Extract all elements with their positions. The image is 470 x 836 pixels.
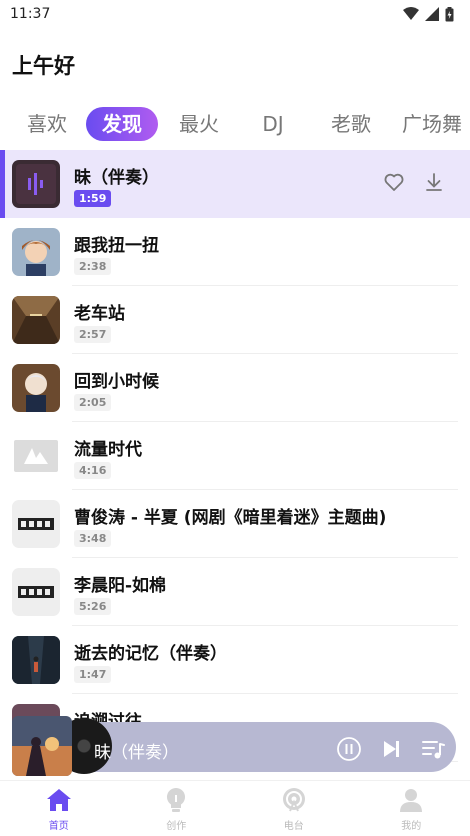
list-item[interactable]: 曹俊涛 - 半夏 (网剧《暗里着迷》主题曲) 3:48 [0,490,470,558]
signal-icon [425,7,439,21]
nav-label: 首页 [48,821,69,832]
nav-home[interactable]: 首页 [19,785,99,832]
status-icons [403,6,454,22]
song-cover [12,432,60,480]
nav-label: 创作 [166,821,187,832]
list-item[interactable]: 逝去的记忆（伴奏） 1:47 [0,626,470,694]
song-title: 李晨阳-如棉 [74,576,167,596]
nav-radio[interactable]: 电台 [254,785,334,832]
nav-label: 电台 [283,821,304,832]
tab-like[interactable]: 喜欢 [8,107,86,141]
download-icon[interactable] [422,170,446,194]
page-title: 上午好 [12,54,75,78]
tab-square-dance[interactable]: 广场舞 [392,107,470,141]
song-title: 回到小时候 [74,372,159,392]
song-cover [12,500,60,548]
status-bar: 11:37 [0,0,470,28]
mini-player-title: 昧（伴奏） [94,743,179,763]
song-duration: 3:48 [74,530,112,547]
song-duration: 4:16 [74,462,112,479]
mini-player[interactable]: 昧（伴奏） [12,716,458,776]
song-duration: 1:59 [74,190,112,207]
status-time: 11:37 [10,6,51,22]
nav-create[interactable]: 创作 [136,785,216,832]
tab-oldies[interactable]: 老歌 [310,107,392,141]
nav-profile[interactable]: 我的 [371,785,451,832]
list-item[interactable]: 跟我扭一扭 2:38 [0,218,470,286]
next-icon[interactable] [378,736,404,762]
song-duration: 2:57 [74,326,112,343]
song-duration: 2:05 [74,394,112,411]
song-duration: 5:26 [74,598,112,615]
song-cover [12,364,60,412]
user-icon [400,789,423,812]
battery-icon [445,6,454,21]
category-tabs: 喜欢 发现 最火 DJ 老歌 广场舞 [0,106,470,142]
song-title: 老车站 [74,304,125,324]
song-cover [12,296,60,344]
mini-player-cover [12,716,72,776]
song-cover [12,228,60,276]
list-item[interactable]: 昧（伴奏） 1:59 [0,150,470,218]
list-item[interactable]: 流量时代 4:16 [0,422,470,490]
song-title: 逝去的记忆（伴奏） [74,644,227,664]
radio-icon [282,788,305,812]
bottom-nav: 首页 创作 电台 我的 [0,780,470,836]
song-duration: 2:38 [74,258,112,275]
lightbulb-icon [167,787,186,812]
song-title: 跟我扭一扭 [74,236,159,256]
song-duration: 1:47 [74,666,112,683]
song-cover [12,636,60,684]
song-title: 流量时代 [74,440,142,460]
row-actions [382,170,446,194]
song-cover [12,568,60,616]
pause-icon[interactable] [336,736,362,762]
mini-player-controls [336,736,446,762]
home-icon [46,789,71,811]
nav-label: 我的 [401,821,422,832]
heart-icon[interactable] [382,170,406,194]
tab-dj[interactable]: DJ [238,107,308,141]
song-title: 曹俊涛 - 半夏 (网剧《暗里着迷》主题曲) [74,508,387,528]
list-item[interactable]: 李晨阳-如棉 5:26 [0,558,470,626]
list-item[interactable]: 回到小时候 2:05 [0,354,470,422]
song-title: 昧（伴奏） [74,168,159,188]
list-item[interactable]: 老车站 2:57 [0,286,470,354]
wifi-icon [403,7,419,20]
song-cover [12,160,60,208]
tab-hottest[interactable]: 最火 [160,107,238,141]
tab-discover[interactable]: 发现 [86,107,158,141]
song-list: 昧（伴奏） 1:59 跟我扭一扭 2:38 老车站 2:57 回到小时候 2:0… [0,150,470,762]
playlist-icon[interactable] [420,736,446,762]
